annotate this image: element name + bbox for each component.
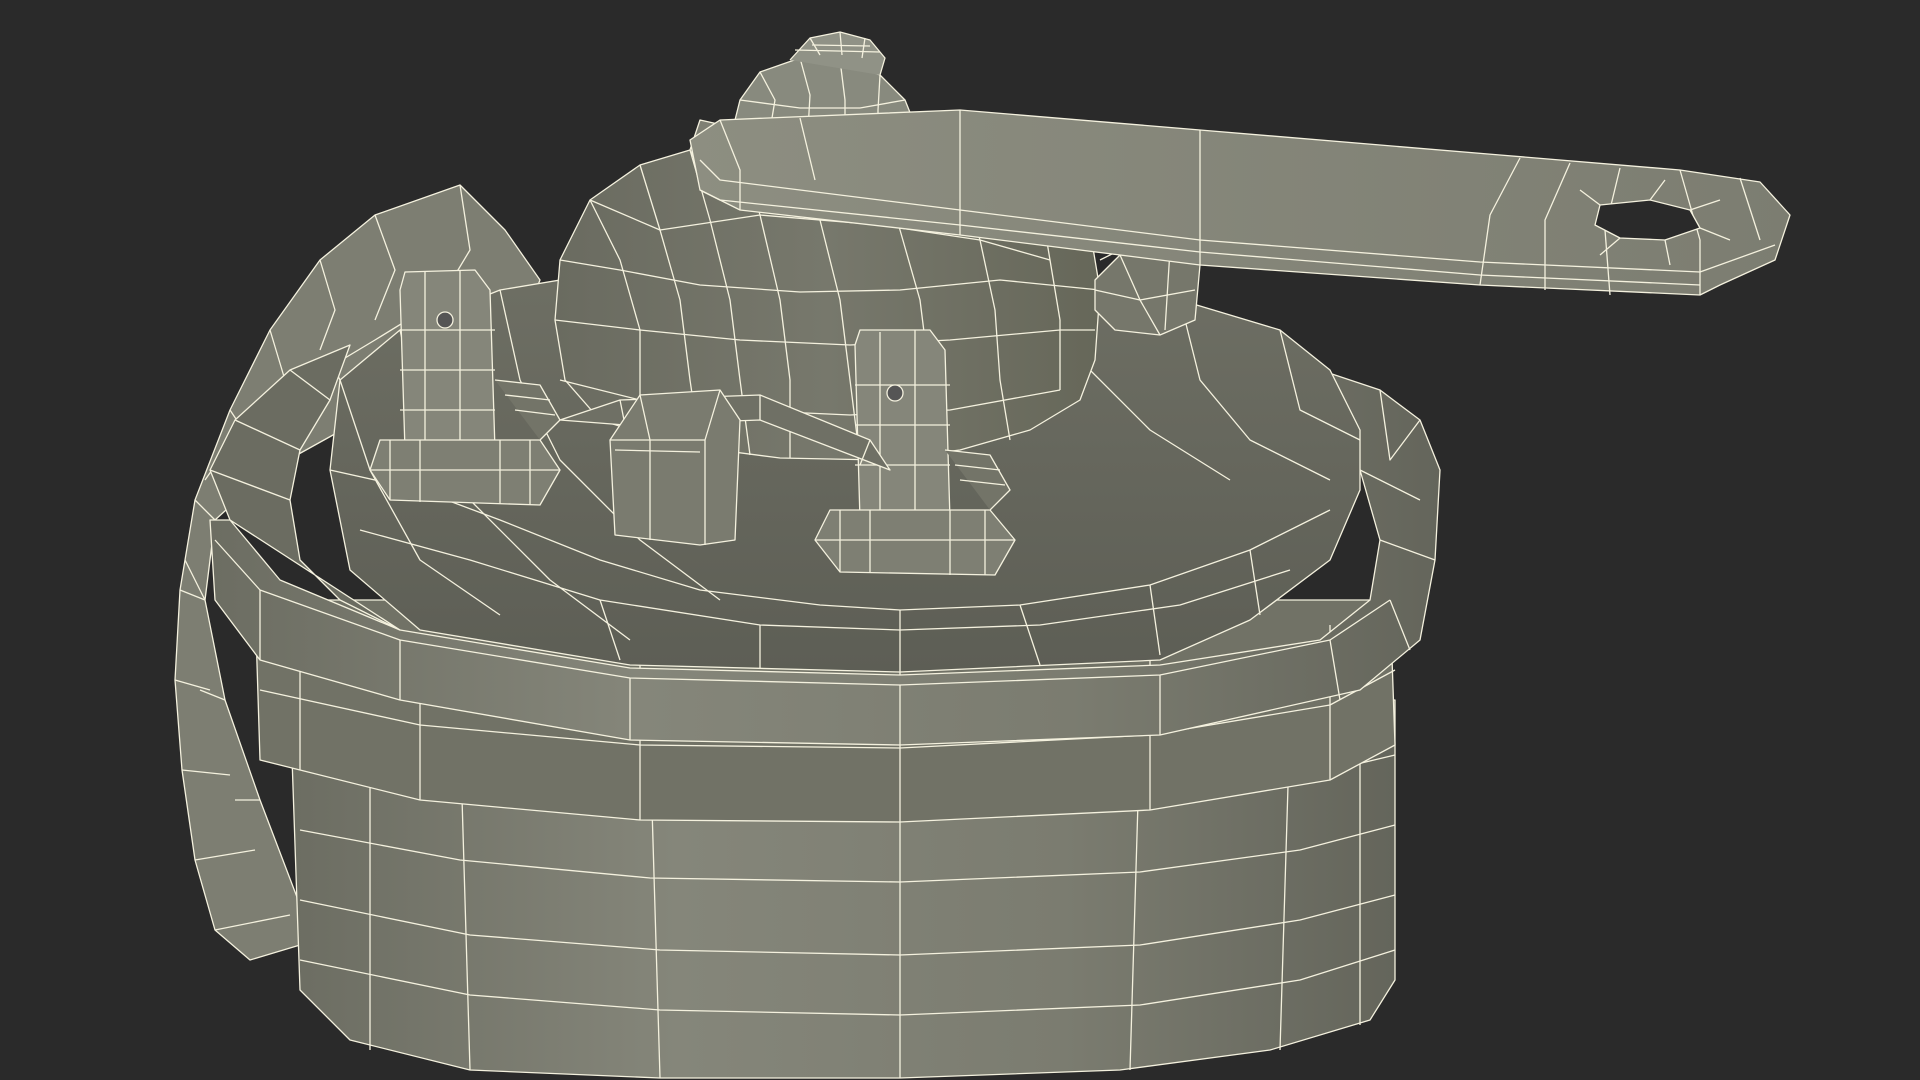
- render-viewport: [0, 0, 1920, 1080]
- horn-3d-model: [174, 31, 1791, 1079]
